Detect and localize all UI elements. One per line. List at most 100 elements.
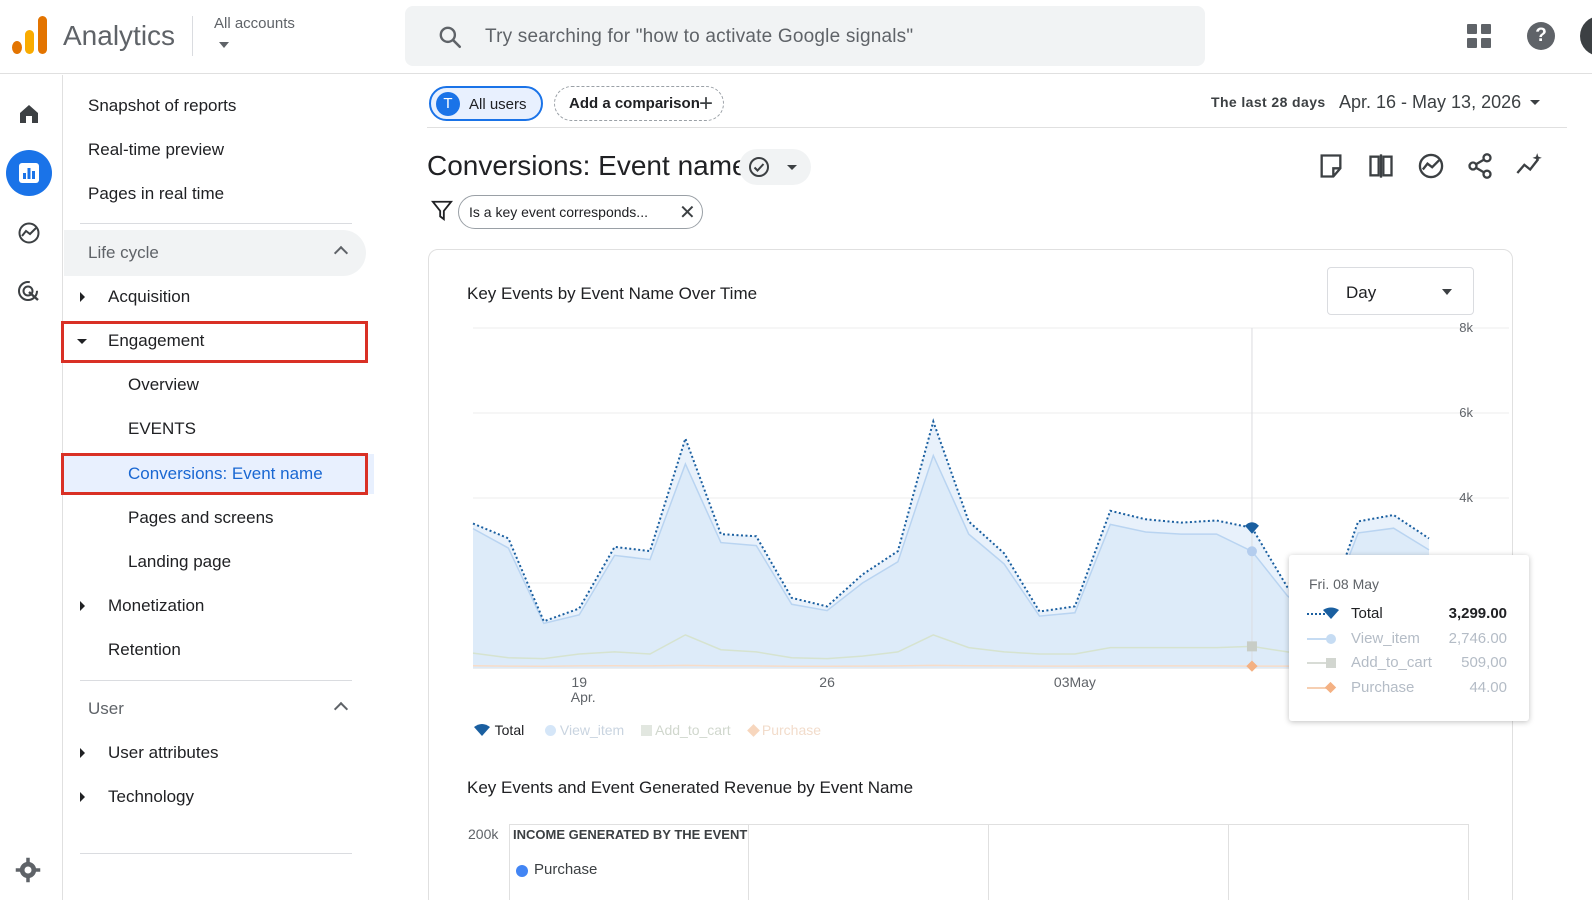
nav-snapshot-of-reports[interactable]: Snapshot of reports: [64, 86, 374, 126]
nav-label: Landing page: [128, 552, 232, 571]
tooltip-series-value: 2,746.00: [1448, 630, 1507, 647]
search-bar[interactable]: Try searching for "how to activate Googl…: [405, 6, 1205, 66]
nav-pages-in-real-time[interactable]: Pages in real time: [64, 174, 374, 214]
nav-label: Pages in real time: [88, 184, 225, 203]
filter-icon[interactable]: [431, 199, 453, 221]
nav-realtime-preview[interactable]: Real-time preview: [64, 130, 374, 170]
account-picker[interactable]: All accounts: [214, 15, 295, 32]
nav-label: Real-time preview: [88, 140, 225, 159]
tooltip-row-purchase: Purchase 44.00: [1307, 677, 1517, 699]
nav-landing-page[interactable]: Landing page: [64, 542, 374, 582]
top-bar: Analytics All accounts Try searching for…: [0, 0, 1592, 74]
column-divider: [1468, 825, 1469, 900]
tooltip-series-name: View_item: [1351, 630, 1420, 647]
section-life-cycle[interactable]: Life cycle: [64, 230, 366, 276]
settings-gear-icon[interactable]: [14, 856, 42, 884]
nav-user-attributes[interactable]: User attributes: [64, 733, 374, 773]
section-user[interactable]: User: [64, 686, 366, 732]
nav-acquisition[interactable]: Acquisition: [64, 277, 374, 317]
topbar-divider: [192, 16, 193, 56]
app-name[interactable]: Analytics: [63, 20, 175, 52]
reports-icon[interactable]: [6, 150, 52, 196]
apps-grid-icon[interactable]: [1467, 24, 1491, 48]
home-icon[interactable]: [6, 91, 52, 137]
caret-right-icon: [80, 601, 85, 611]
tooltip-series-value: 509,00: [1461, 654, 1507, 671]
chevron-down-icon[interactable]: [219, 42, 229, 48]
legend-item-add-to-cart[interactable]: Add_to_cart: [641, 722, 731, 738]
tooltip-series-name: Total: [1351, 605, 1383, 622]
tooltip-row-view-item: View_item 2,746.00: [1307, 628, 1517, 650]
segment-chip-all-users[interactable]: T All users: [429, 86, 543, 121]
revenue-legend-purchase[interactable]: Purchase: [534, 861, 597, 878]
trend-sparkle-icon[interactable]: [1515, 152, 1543, 180]
nav-events[interactable]: EVENTS: [64, 409, 374, 449]
filter-chip-label: Is a key event corresponds...: [469, 204, 648, 220]
view-item-marker-icon: [1307, 634, 1336, 644]
tooltip-series-value: 44.00: [1469, 679, 1507, 696]
tooltip-series-value: 3,299.00: [1448, 605, 1507, 622]
caret-down-icon: [77, 339, 87, 344]
nav-label: EVENTS: [128, 419, 197, 438]
caret-right-icon: [80, 292, 85, 302]
advertising-icon[interactable]: [6, 269, 52, 315]
x-tick-label: 03May: [1054, 674, 1096, 690]
insights-icon[interactable]: [1417, 152, 1445, 180]
nav-divider: [80, 223, 352, 224]
legend-item-purchase[interactable]: Purchase: [747, 722, 822, 738]
segment-avatar: T: [436, 92, 460, 116]
share-icon[interactable]: [1466, 152, 1494, 180]
search-input[interactable]: Try searching for "how to activate Googl…: [485, 26, 913, 48]
header-divider: [427, 127, 1567, 128]
revenue-axis-tick: 200k: [468, 826, 499, 842]
compare-icon[interactable]: [1367, 152, 1395, 180]
tooltip-date: Fri. 08 May: [1309, 576, 1380, 592]
legend-dot-icon: [545, 725, 556, 736]
date-range-picker[interactable]: Apr. 16 - May 13, 2026: [1339, 92, 1521, 113]
section-label: User: [88, 699, 124, 718]
nav-retention[interactable]: Retention: [64, 630, 374, 670]
nav-label: Monetization: [108, 596, 205, 615]
legend-square-icon: [641, 725, 652, 736]
report-status-menu[interactable]: [739, 149, 811, 185]
nav-overview[interactable]: Overview: [64, 365, 374, 405]
tooltip-row-add-to-cart: Add_to_cart 509,00: [1307, 652, 1517, 674]
add-comparison-button[interactable]: Add a comparison +: [554, 86, 724, 121]
tooltip-series-name: Purchase: [1351, 679, 1415, 696]
caret-right-icon: [80, 792, 85, 802]
close-icon[interactable]: ✕: [679, 200, 696, 225]
segment-label: All users: [469, 96, 527, 113]
nav-label: Conversions: Event name: [128, 464, 323, 483]
x-tick-label: 26: [819, 674, 835, 690]
nav-pages-and-screens[interactable]: Pages and screens: [64, 498, 374, 538]
edit-report-icon[interactable]: [1317, 152, 1345, 180]
legend-label: Purchase: [761, 722, 822, 738]
filter-chip[interactable]: Is a key event corresponds... ✕: [458, 195, 703, 229]
nav-conversions-event-name[interactable]: Conversions: Event name: [64, 454, 374, 494]
search-icon: [439, 26, 462, 49]
chevron-down-icon[interactable]: [1530, 100, 1540, 105]
nav-divider: [80, 853, 352, 854]
nav-label: Pages and screens: [128, 508, 274, 527]
nav-engagement[interactable]: Engagement: [64, 321, 374, 361]
nav-label: Snapshot of reports: [88, 96, 237, 115]
column-divider: [1228, 825, 1229, 900]
nav-technology[interactable]: Technology: [64, 777, 374, 817]
check-circle-icon: [749, 157, 769, 177]
help-icon[interactable]: ?: [1527, 22, 1555, 50]
left-rail: [0, 75, 63, 900]
user-avatar[interactable]: [1580, 16, 1592, 56]
y-tick-label: 4k: [1459, 490, 1473, 505]
legend-item-total[interactable]: Total: [473, 722, 524, 738]
nav-monetization[interactable]: Monetization: [64, 586, 374, 626]
explore-icon[interactable]: [6, 210, 52, 256]
revenue-section-title: Key Events and Event Generated Revenue b…: [467, 778, 914, 797]
chevron-down-icon: [787, 165, 797, 170]
x-tick-label: Apr.: [571, 689, 596, 705]
tooltip-row-total: Total 3,299.00: [1307, 603, 1517, 625]
revenue-chart: INCOME GENERATED BY THE EVENT Purchase: [509, 824, 1469, 900]
analytics-logo-icon[interactable]: [12, 16, 48, 54]
legend-item-view-item[interactable]: View_item: [545, 722, 624, 738]
y-tick-label: 8k: [1459, 320, 1473, 335]
nav-label: Technology: [108, 787, 195, 806]
